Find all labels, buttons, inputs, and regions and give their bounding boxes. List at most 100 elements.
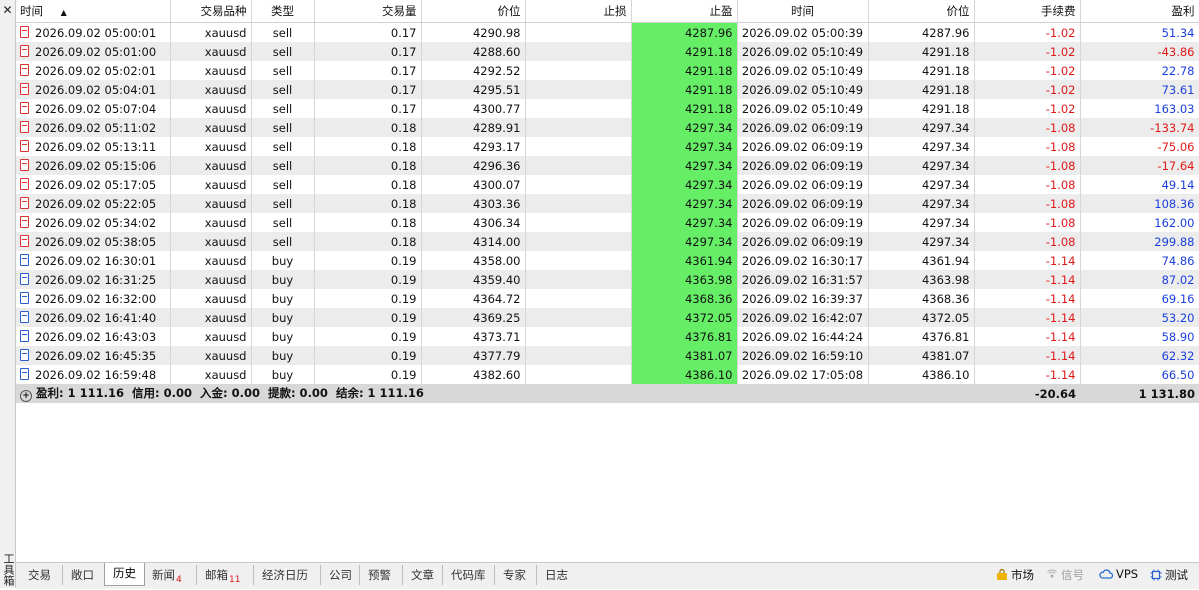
cell-volume: 0.19 (314, 289, 422, 308)
cell-tp: 4372.05 (631, 308, 738, 327)
cell-symbol: xauusd (170, 61, 252, 80)
col-tp[interactable]: 止盈 (631, 0, 738, 23)
tab-6[interactable]: 公司 (320, 565, 360, 585)
table-row[interactable]: 2026.09.02 16:31:25 xauusd buy 0.19 4359.40 4… (16, 270, 1199, 289)
tab-5[interactable]: 经济日历 (253, 565, 316, 585)
col-profit[interactable]: 盈利 (1080, 0, 1199, 23)
cell-sl (525, 175, 632, 194)
cell-open-time: 2026.09.02 05:13:11 (16, 137, 171, 156)
cell-type: sell (251, 80, 315, 99)
tab-9[interactable]: 代码库 (442, 565, 494, 585)
tab-2[interactable]: 历史 (104, 563, 145, 586)
table-row[interactable]: 2026.09.02 16:43:03 xauusd buy 0.19 4373.71 4… (16, 327, 1199, 346)
cell-close-price: 4386.10 (868, 365, 975, 384)
cell-commission: -1.14 (974, 365, 1081, 384)
cell-volume: 0.18 (314, 118, 422, 137)
tab-10[interactable]: 专家 (494, 565, 534, 585)
cell-tp: 4368.36 (631, 289, 738, 308)
col-volume[interactable]: 交易量 (314, 0, 422, 23)
cell-price: 4377.79 (421, 346, 526, 365)
bag-icon (996, 568, 1008, 584)
table-row[interactable]: 2026.09.02 05:38:05 xauusd sell 0.18 4314.00… (16, 232, 1199, 251)
tab-1[interactable]: 敞口 (62, 565, 102, 585)
cell-close-price: 4368.36 (868, 289, 975, 308)
cell-symbol: xauusd (170, 251, 252, 270)
table-row[interactable]: 2026.09.02 16:45:35 xauusd buy 0.19 4377.79 4… (16, 346, 1199, 365)
cell-close-time: 2026.09.02 06:09:19 (737, 213, 869, 232)
market-status[interactable]: 市场 (996, 567, 1034, 584)
table-row[interactable]: 2026.09.02 16:59:48 xauusd buy 0.19 4382.60 4… (16, 365, 1199, 384)
cell-volume: 0.18 (314, 137, 422, 156)
cell-close-time: 2026.09.02 05:00:39 (737, 22, 869, 42)
table-row[interactable]: 2026.09.02 16:32:00 xauusd buy 0.19 4364.72 4… (16, 289, 1199, 308)
tab-3[interactable]: 新闻4 (144, 565, 190, 585)
summary-row: + 盈利: 1 111.16 信用: 0.00 入金: 0.00 提款: 0.00… (16, 384, 1199, 403)
tab-8[interactable]: 文章 (402, 565, 442, 585)
col-close-price[interactable]: 价位 (868, 0, 975, 23)
cell-tp: 4297.34 (631, 156, 738, 175)
cell-price: 4288.60 (421, 42, 526, 61)
cell-type: buy (251, 365, 315, 384)
cell-profit: -75.06 (1080, 137, 1199, 156)
cell-open-time: 2026.09.02 05:00:01 (16, 22, 171, 42)
doc-red-icon (20, 44, 29, 57)
tester-status[interactable]: 测试 (1150, 567, 1188, 584)
tab-badge: 11 (229, 575, 241, 585)
signals-status[interactable]: 信号 (1046, 567, 1084, 584)
cell-symbol: xauusd (170, 346, 252, 365)
cell-close-price: 4381.07 (868, 346, 975, 365)
table-row[interactable]: 2026.09.02 05:01:00 xauusd sell 0.17 4288.60… (16, 42, 1199, 61)
cell-symbol: xauusd (170, 327, 252, 346)
table-row[interactable]: 2026.09.02 16:41:40 xauusd buy 0.19 4369.25 4… (16, 308, 1199, 327)
col-price[interactable]: 价位 (421, 0, 526, 23)
cell-close-time: 2026.09.02 16:31:57 (737, 270, 869, 289)
cell-price: 4300.07 (421, 175, 526, 194)
cell-tp: 4297.34 (631, 194, 738, 213)
cell-tp: 4291.18 (631, 42, 738, 61)
tab-4[interactable]: 邮箱11 (196, 565, 248, 585)
plus-circle-icon[interactable]: + (20, 390, 32, 402)
cell-open-time: 2026.09.02 05:11:02 (16, 118, 171, 137)
cell-close-price: 4372.05 (868, 308, 975, 327)
table-row[interactable]: 2026.09.02 05:04:01 xauusd sell 0.17 4295.51… (16, 80, 1199, 99)
tab-11[interactable]: 日志 (536, 565, 576, 585)
cell-symbol: xauusd (170, 308, 252, 327)
col-close-time[interactable]: 时间 (737, 0, 869, 23)
cell-price: 4373.71 (421, 327, 526, 346)
close-icon[interactable]: ✕ (0, 3, 15, 17)
table-row[interactable]: 2026.09.02 05:15:06 xauusd sell 0.18 4296.36… (16, 156, 1199, 175)
cell-commission: -1.02 (974, 22, 1081, 42)
table-row[interactable]: 2026.09.02 05:11:02 xauusd sell 0.18 4289.91… (16, 118, 1199, 137)
col-sl[interactable]: 止损 (525, 0, 632, 23)
col-commission[interactable]: 手续费 (974, 0, 1081, 23)
cell-profit: 108.36 (1080, 194, 1199, 213)
col-open-time[interactable]: 时间 ▲ (16, 0, 171, 23)
cell-price: 4292.52 (421, 61, 526, 80)
cell-price: 4289.91 (421, 118, 526, 137)
table-row[interactable]: 2026.09.02 05:17:05 xauusd sell 0.18 4300.07… (16, 175, 1199, 194)
cell-commission: -1.08 (974, 156, 1081, 175)
cell-close-price: 4297.34 (868, 137, 975, 156)
table-row[interactable]: 2026.09.02 05:22:05 xauusd sell 0.18 4303.36… (16, 194, 1199, 213)
cell-symbol: xauusd (170, 156, 252, 175)
col-symbol[interactable]: 交易品种 (170, 0, 252, 23)
table-row[interactable]: 2026.09.02 05:34:02 xauusd sell 0.18 4306.34… (16, 213, 1199, 232)
tab-7[interactable]: 预警 (359, 565, 399, 585)
table-row[interactable]: 2026.09.02 05:02:01 xauusd sell 0.17 4292.52… (16, 61, 1199, 80)
table-row[interactable]: 2026.09.02 05:00:01 xauusd sell 0.17 4290.98… (16, 22, 1199, 42)
table-row[interactable]: 2026.09.02 05:07:04 xauusd sell 0.17 4300.77… (16, 99, 1199, 118)
col-type[interactable]: 类型 (251, 0, 315, 23)
cell-profit: 73.61 (1080, 80, 1199, 99)
table-row[interactable]: 2026.09.02 05:13:11 xauusd sell 0.18 4293.17… (16, 137, 1199, 156)
cell-close-time: 2026.09.02 06:09:19 (737, 137, 869, 156)
cell-profit: 49.14 (1080, 175, 1199, 194)
toolbox-title: 工具箱 (2, 553, 15, 586)
summary-profit: 1 131.80 (1080, 384, 1199, 403)
tab-0[interactable]: 交易 (20, 565, 59, 585)
table-row[interactable]: 2026.09.02 16:30:01 xauusd buy 0.19 4358.00 4… (16, 251, 1199, 270)
vps-status[interactable]: VPS (1099, 567, 1138, 583)
cell-price: 4300.77 (421, 99, 526, 118)
cell-profit: 87.02 (1080, 270, 1199, 289)
cell-profit: 74.86 (1080, 251, 1199, 270)
cell-volume: 0.18 (314, 156, 422, 175)
